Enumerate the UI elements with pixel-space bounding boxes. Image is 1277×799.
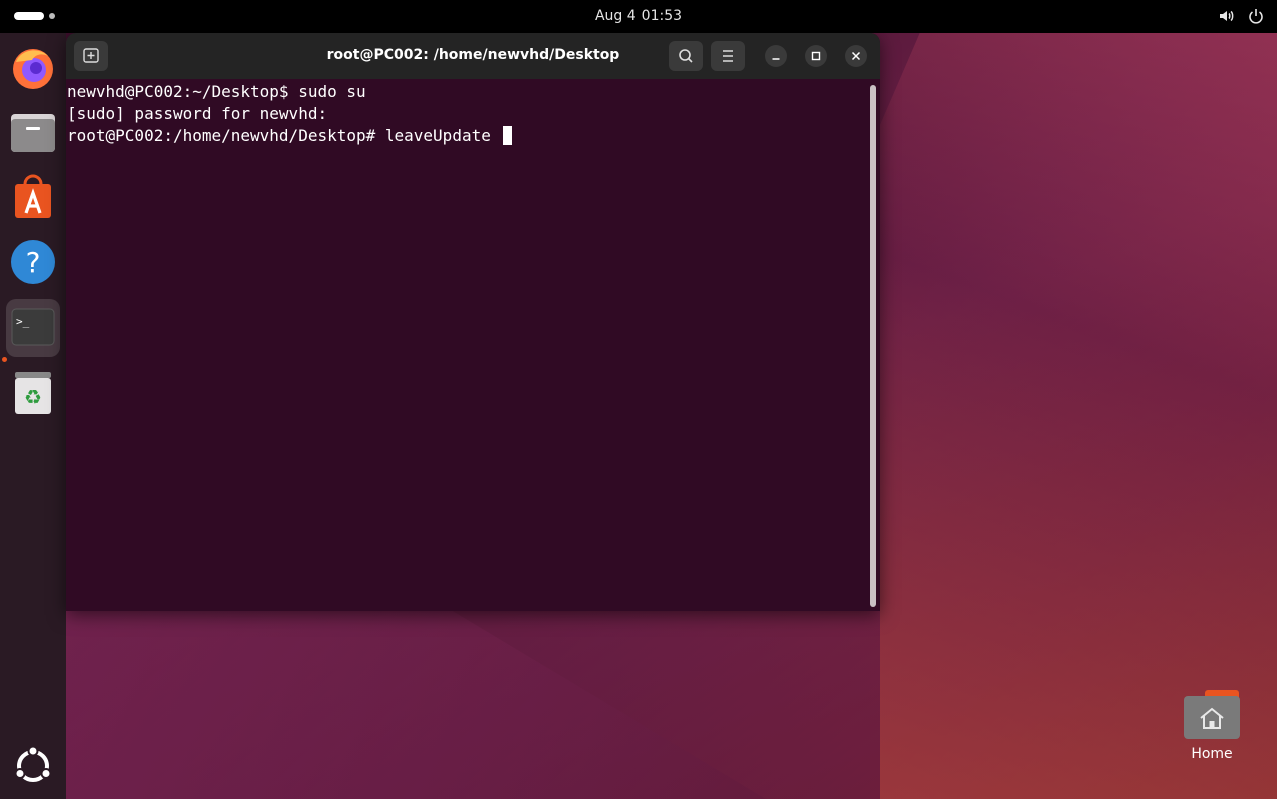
search-icon — [679, 49, 693, 63]
terminal-line: [sudo] password for newvhd: — [67, 104, 328, 123]
dock-item-trash[interactable]: ♻ — [6, 366, 60, 420]
minimize-icon — [772, 58, 780, 60]
terminal-icon: >_ — [11, 308, 55, 346]
terminal-prompt-line: root@PC002:/home/newvhd/Desktop# leaveUp… — [67, 125, 864, 147]
dock-item-app-center[interactable] — [6, 170, 60, 224]
maximize-button[interactable] — [805, 45, 827, 67]
terminal-line: newvhd@PC002:~/Desktop$ sudo su — [67, 82, 366, 101]
volume-icon[interactable] — [1218, 7, 1236, 25]
text-cursor — [503, 126, 513, 145]
home-folder-icon — [1184, 690, 1240, 739]
desktop-home-label: Home — [1191, 746, 1233, 762]
terminal-scrollbar[interactable] — [870, 85, 876, 607]
terminal-line: root@PC002:/home/newvhd/Desktop# leaveUp… — [67, 126, 501, 145]
close-icon — [851, 51, 861, 61]
trash-icon: ♻ — [15, 372, 51, 414]
app-center-icon — [15, 174, 51, 218]
help-icon: ? — [11, 240, 55, 284]
menu-button[interactable] — [711, 41, 745, 71]
clock[interactable]: Aug 4 01:53 — [0, 8, 1277, 24]
show-apps-button[interactable] — [6, 739, 60, 793]
dock-item-firefox[interactable] — [6, 40, 60, 94]
clock-time: 01:53 — [641, 8, 683, 24]
hamburger-menu-icon — [723, 50, 733, 62]
close-button[interactable] — [845, 45, 867, 67]
dock-item-files[interactable] — [6, 105, 60, 159]
wallpaper-shape — [880, 33, 1277, 799]
svg-text:>_: >_ — [16, 315, 30, 328]
window-title: root@PC002: /home/newvhd/Desktop — [326, 47, 620, 63]
terminal-titlebar[interactable]: root@PC002: /home/newvhd/Desktop — [66, 33, 880, 79]
maximize-icon — [811, 51, 821, 61]
svg-text:?: ? — [26, 246, 41, 279]
firefox-icon — [13, 49, 53, 89]
running-indicator — [2, 357, 7, 362]
terminal-window[interactable]: root@PC002: /home/newvhd/Desktop newvhd@… — [66, 33, 880, 611]
clock-date: Aug 4 — [594, 8, 636, 24]
dock: ? >_ ♻ — [0, 33, 66, 799]
power-icon[interactable] — [1247, 7, 1265, 25]
top-bar: Aug 4 01:53 — [0, 0, 1277, 33]
svg-text:♻: ♻ — [24, 385, 42, 409]
folder-icon — [11, 114, 55, 152]
dock-item-terminal[interactable]: >_ — [6, 299, 60, 357]
desktop-home-icon[interactable] — [1183, 688, 1241, 740]
ubuntu-logo-icon — [14, 745, 52, 782]
search-button[interactable] — [669, 41, 703, 71]
dock-item-help[interactable]: ? — [6, 235, 60, 289]
terminal-output[interactable]: newvhd@PC002:~/Desktop$ sudo su [sudo] pa… — [67, 81, 864, 611]
minimize-button[interactable] — [765, 45, 787, 67]
